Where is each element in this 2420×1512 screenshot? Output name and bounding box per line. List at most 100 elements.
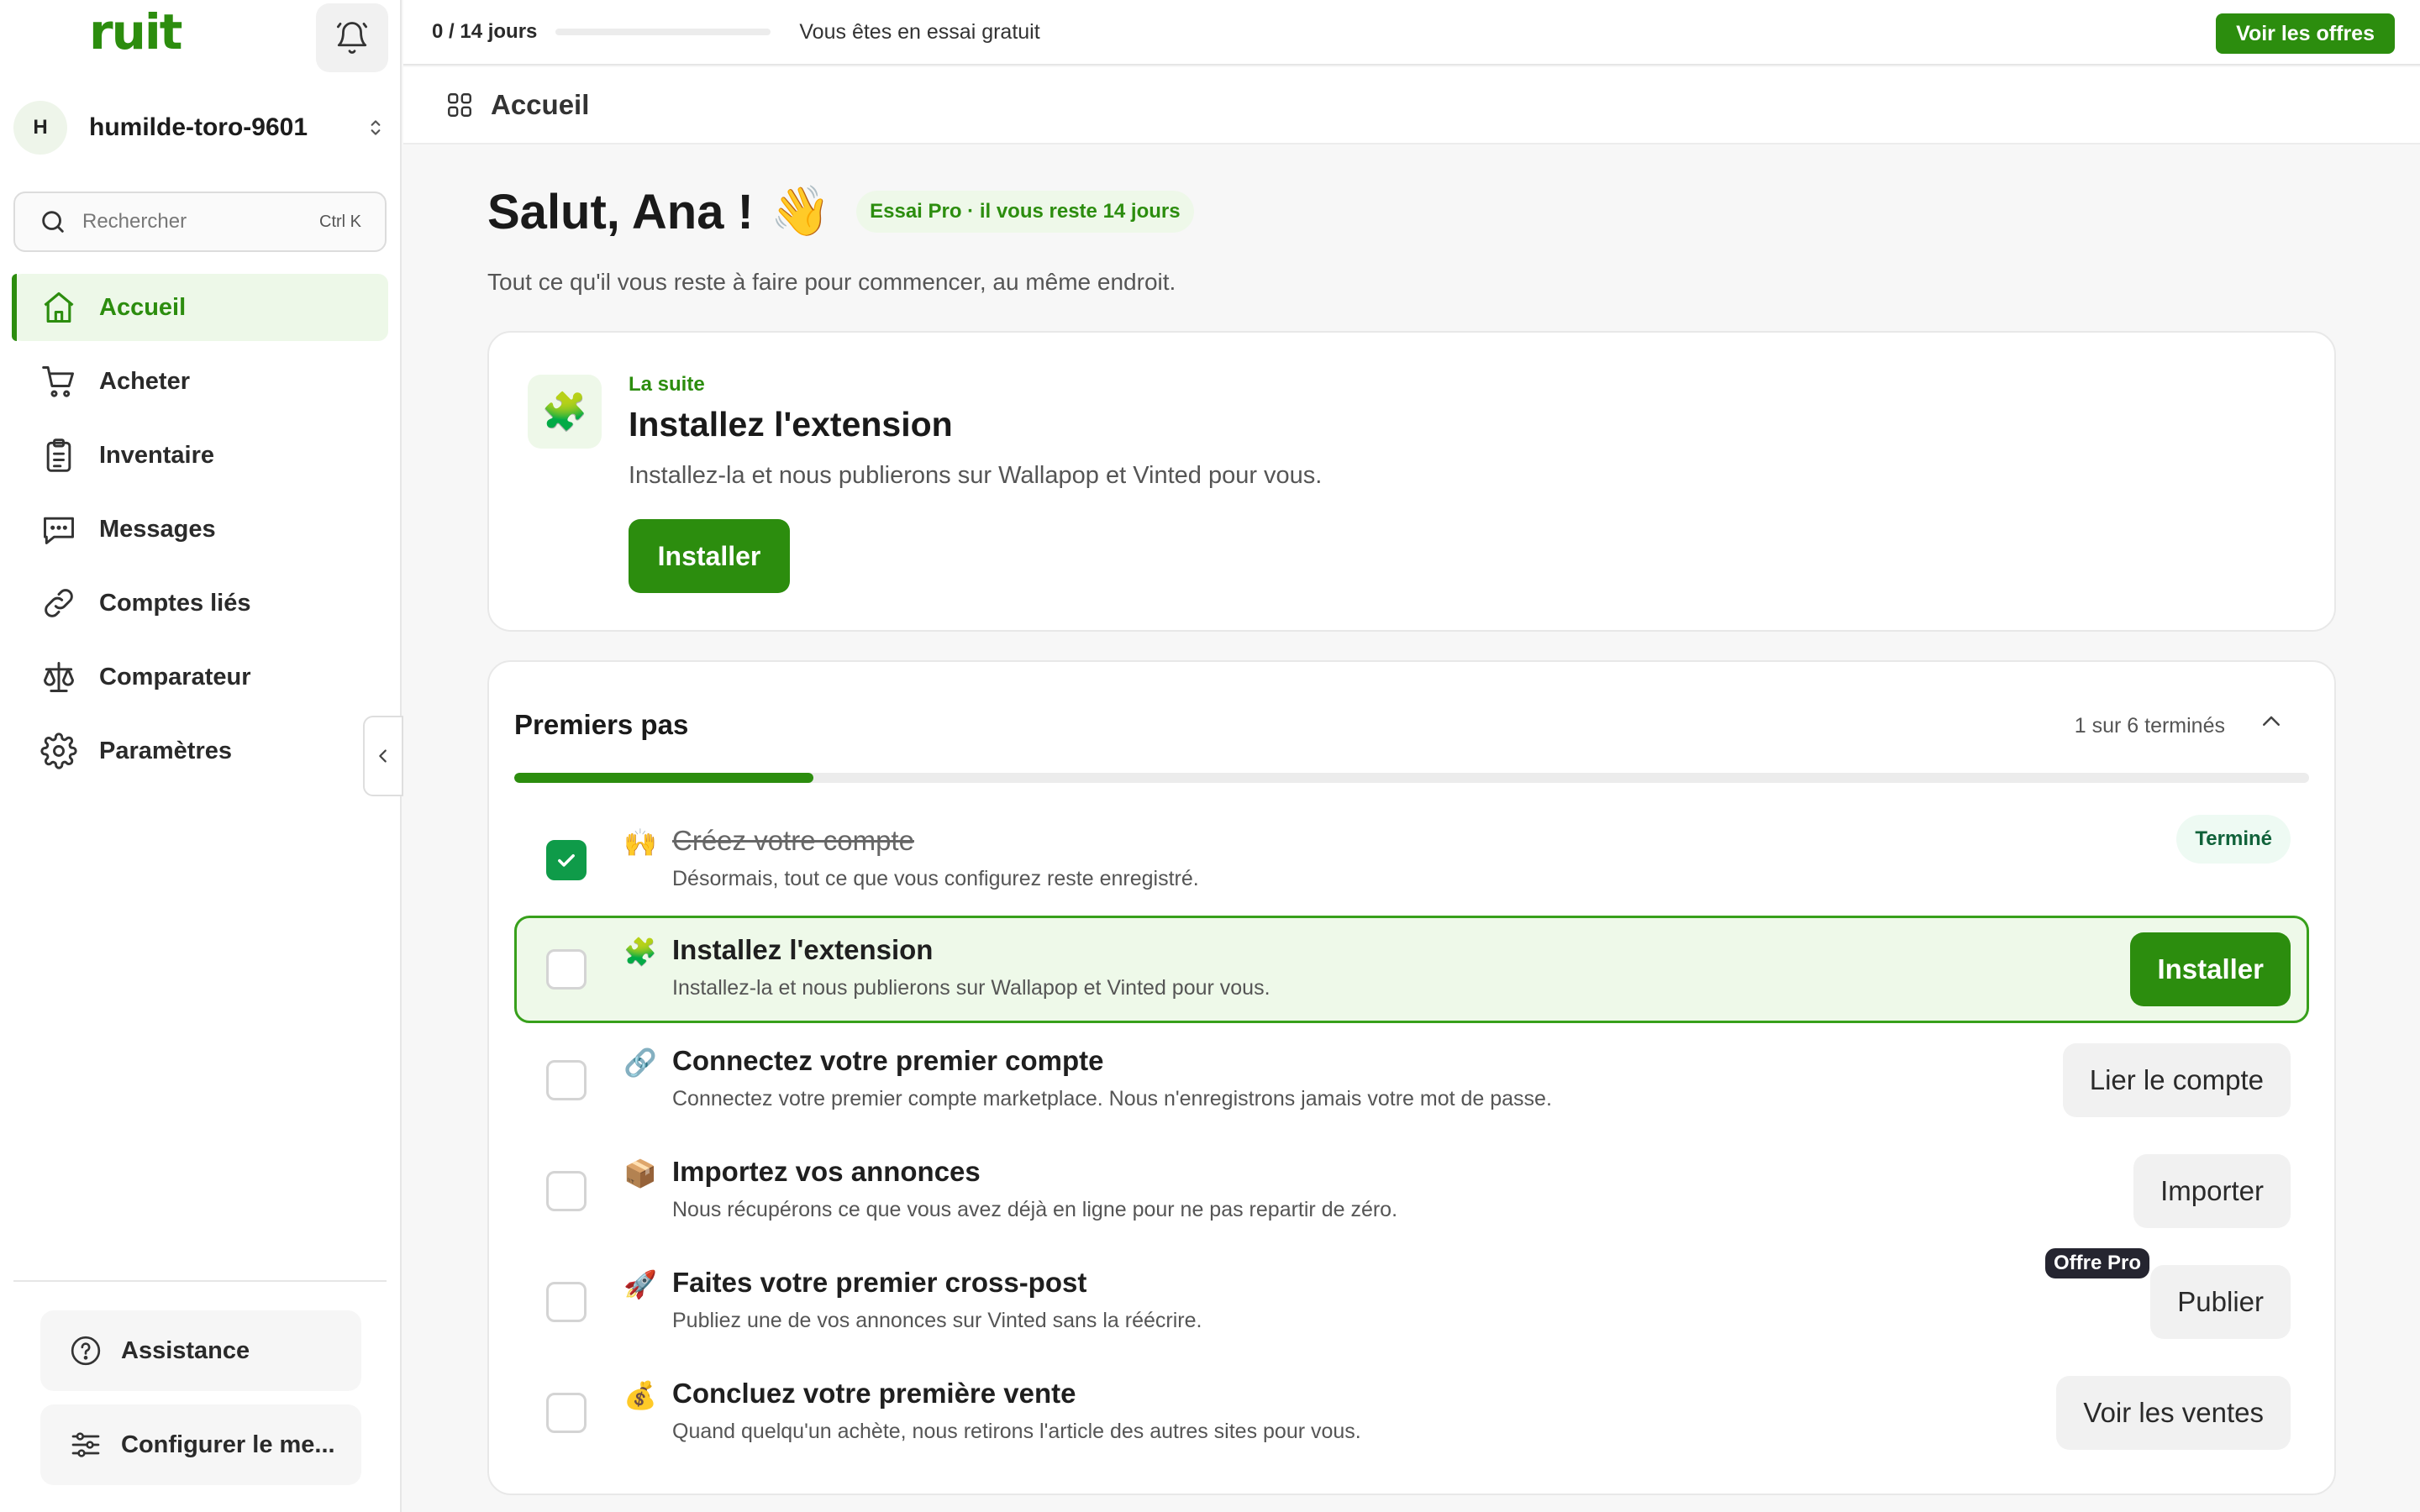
collapse-sidebar-button[interactable] <box>363 716 403 796</box>
sidebar-item-accueil[interactable]: Accueil <box>12 274 388 341</box>
import-button[interactable]: Importer <box>2133 1154 2291 1228</box>
step-description: Nous récupérons ce que vous avez déjà en… <box>672 1198 1398 1221</box>
step-title: Faites votre premier cross-post <box>672 1267 1087 1298</box>
page-subtitle: Tout ce qu'il vous reste à faire pour co… <box>487 269 1176 295</box>
step-description: Quand quelqu'un achète, nous retirons l'… <box>672 1420 1361 1443</box>
step-description: Désormais, tout ce que vous configurez r… <box>672 867 1199 890</box>
brand-logo[interactable]: ruit <box>89 3 183 60</box>
sidebar-item-label: Comptes liés <box>99 589 251 617</box>
step-description: Installez-la et nous publierons sur Wall… <box>672 976 1270 1000</box>
trial-day-count: 0 / 14 jours <box>432 20 538 43</box>
sidebar: ruit H humilde-toro-9601 Rechercher Ctrl… <box>0 0 402 1512</box>
trial-bar: 0 / 14 jours Vous êtes en essai gratuit … <box>403 0 2420 66</box>
step-checkbox[interactable] <box>546 1171 587 1211</box>
page-title: Accueil <box>491 89 590 120</box>
sidebar-item-parametres[interactable]: Paramètres <box>12 717 388 785</box>
sidebar-divider <box>13 1280 387 1282</box>
notifications-button[interactable] <box>316 3 388 72</box>
greeting-row: Salut, Ana ! 👋 Essai Pro · il vous reste… <box>487 183 1194 240</box>
raised-hands-icon: 🙌 <box>623 827 657 858</box>
install-button[interactable]: Installer <box>2130 932 2291 1006</box>
page-header: Accueil <box>403 67 2420 144</box>
step-checkbox[interactable] <box>546 1282 587 1322</box>
check-icon <box>558 854 575 867</box>
next-description: Installez-la et nous publierons sur Wall… <box>629 462 1323 489</box>
step-install-extension: 🧩 Installez l'extension Installez-la et … <box>514 916 2309 1023</box>
sidebar-item-label: Comparateur <box>99 663 251 690</box>
trial-text: Vous êtes en essai gratuit <box>799 19 1040 44</box>
puzzle-icon: 🧩 <box>623 937 657 967</box>
sliders-icon <box>71 1432 100 1457</box>
sidebar-item-comparateur[interactable]: Comparateur <box>12 643 388 711</box>
step-cross-post: 🚀 Faites votre premier cross-post Publie… <box>514 1248 2309 1356</box>
support-label: Assistance <box>121 1336 250 1364</box>
sidebar-item-label: Paramètres <box>99 737 232 764</box>
search-input[interactable]: Rechercher <box>82 210 319 234</box>
pro-offer-badge: Offre Pro <box>2044 1248 2149 1278</box>
chevron-up-icon[interactable] <box>2259 709 2284 734</box>
link-icon <box>45 589 73 617</box>
step-done-badge: Terminé <box>2176 815 2291 864</box>
money-bag-icon: 💰 <box>623 1380 657 1410</box>
chat-icon <box>44 517 74 544</box>
sidebar-item-label: Inventaire <box>99 441 214 469</box>
steps-progress-fill <box>514 773 814 783</box>
sidebar-item-inventaire[interactable]: Inventaire <box>12 422 388 489</box>
scale-icon <box>44 662 74 692</box>
view-sales-button[interactable]: Voir les ventes <box>2056 1376 2291 1450</box>
steps-progress <box>514 773 2309 783</box>
next-title: Installez l'extension <box>629 405 953 444</box>
gear-icon <box>40 732 77 769</box>
onboarding-steps-card: Premiers pas 1 sur 6 terminés 🙌 Créez vo… <box>487 660 2336 1495</box>
search-icon <box>42 211 64 233</box>
next-eyebrow: La suite <box>629 373 705 396</box>
pro-trial-badge: Essai Pro · il vous reste 14 jours <box>856 191 1194 233</box>
link-icon: 🔗 <box>623 1047 657 1078</box>
step-title: Concluez votre première vente <box>672 1378 1076 1409</box>
trial-progress <box>555 29 771 35</box>
link-account-button[interactable]: Lier le compte <box>2062 1043 2291 1117</box>
step-checkbox[interactable] <box>546 840 587 880</box>
sidebar-nav: Accueil Acheter Inventaire Messages Comp… <box>12 274 388 791</box>
account-switcher[interactable]: H humilde-toro-9601 <box>13 99 387 156</box>
chevron-left-icon <box>379 749 387 763</box>
clipboard-icon <box>46 438 71 472</box>
search-box[interactable]: Rechercher Ctrl K <box>13 192 387 252</box>
steps-count: 1 sur 6 terminés <box>2074 714 2225 738</box>
wave-emoji: 👋 <box>770 184 832 239</box>
step-connect-account: 🔗 Connectez votre premier compte Connect… <box>514 1026 2309 1134</box>
next-step-card: 🧩 La suite Installez l'extension Install… <box>487 331 2336 632</box>
chevron-updown-icon <box>371 120 381 135</box>
rocket-icon: 🚀 <box>623 1269 657 1299</box>
step-title: Importez vos annonces <box>672 1156 981 1187</box>
step-description: Publiez une de vos annonces sur Vinted s… <box>672 1309 1202 1332</box>
bell-icon <box>336 22 368 54</box>
sidebar-item-label: Accueil <box>99 293 187 321</box>
step-title: Connectez votre premier compte <box>672 1045 1104 1076</box>
configure-label: Configurer le me... <box>121 1431 335 1458</box>
support-button[interactable]: Assistance <box>40 1310 361 1391</box>
account-name: humilde-toro-9601 <box>89 113 308 141</box>
avatar: H <box>13 101 67 155</box>
view-offers-button[interactable]: Voir les offres <box>2216 13 2395 54</box>
search-shortcut: Ctrl K <box>319 212 361 231</box>
sidebar-item-messages[interactable]: Messages <box>12 496 388 563</box>
step-title: Installez l'extension <box>672 934 934 965</box>
step-description: Connectez votre premier compte marketpla… <box>672 1087 1552 1110</box>
sidebar-item-comptes-lies[interactable]: Comptes liés <box>12 570 388 637</box>
step-checkbox[interactable] <box>546 1060 587 1100</box>
publish-button[interactable]: Publier <box>2150 1265 2291 1339</box>
step-create-account: 🙌 Créez votre compte Désormais, tout ce … <box>514 806 2309 914</box>
cart-icon <box>42 366 74 397</box>
sidebar-item-acheter[interactable]: Acheter <box>12 348 388 415</box>
install-extension-button[interactable]: Installer <box>629 519 790 593</box>
steps-title: Premiers pas <box>514 709 689 740</box>
configure-button[interactable]: Configurer le me... <box>40 1404 361 1485</box>
home-icon <box>44 291 74 323</box>
grid-icon <box>448 93 471 117</box>
step-checkbox[interactable] <box>546 949 587 990</box>
sidebar-item-label: Messages <box>99 515 216 543</box>
puzzle-icon: 🧩 <box>528 375 602 449</box>
step-checkbox[interactable] <box>546 1393 587 1433</box>
help-circle-icon <box>71 1336 101 1366</box>
